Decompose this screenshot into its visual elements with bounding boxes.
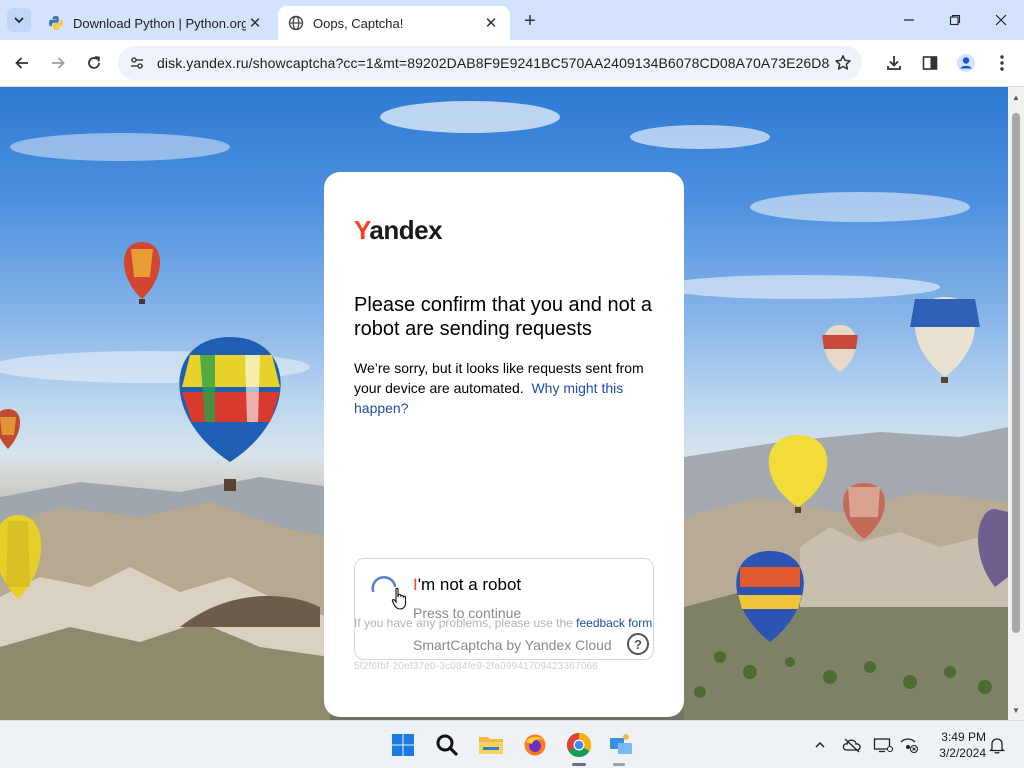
restore-button[interactable] (941, 6, 969, 34)
page-scrollbar[interactable]: ▲ ▼ (1008, 87, 1024, 720)
reload-icon (88, 56, 101, 69)
chrome-running-indicator (572, 763, 586, 766)
request-id: 5f2f6fbf-20ef37e0-3c084fe9-2fa0994170942… (354, 661, 599, 672)
side-panel-icon (922, 56, 938, 70)
chevron-up-icon[interactable] (810, 735, 830, 755)
site-info-icon[interactable] (124, 50, 150, 76)
display-icon[interactable] (873, 735, 893, 755)
yandex-logo: Yandex (354, 215, 443, 245)
scroll-up-arrow-icon[interactable]: ▲ (1008, 89, 1024, 105)
clock-date: 3/2/2024 (939, 746, 986, 760)
search-icon[interactable] (433, 731, 461, 759)
close-icon (995, 14, 1007, 26)
tab-search-button[interactable] (7, 8, 31, 32)
tab-python[interactable]: Download Python | Python.org ✕ (38, 6, 274, 40)
scrollbar-thumb[interactable] (1012, 113, 1020, 633)
page-viewport: Yandex Please confirm that you and not a… (0, 87, 1008, 720)
app-running-indicator (613, 763, 625, 766)
new-tab-button[interactable]: + (518, 9, 542, 33)
windows-taskbar: 3:49 PM 3/2/2024 (0, 720, 1024, 768)
help-icon[interactable]: ? (627, 633, 649, 655)
minimize-icon (904, 19, 914, 21)
problems-footer: If you have any problems, please use the… (354, 615, 654, 631)
network-disconnected-icon[interactable] (899, 735, 919, 755)
chevron-down-icon (14, 17, 24, 24)
globe-icon (288, 15, 304, 31)
windows-start-icon[interactable] (389, 731, 417, 759)
back-button[interactable] (9, 50, 35, 76)
notification-bell-icon[interactable] (987, 735, 1007, 755)
tab-captcha[interactable]: Oops, Captcha! ✕ (278, 6, 510, 40)
forward-button[interactable] (45, 50, 71, 76)
smartcaptcha-branding: SmartCaptcha by Yandex Cloud (413, 637, 612, 653)
download-icon (887, 56, 901, 70)
address-bar[interactable]: disk.yandex.ru/showcaptcha?cc=1&mt=89202… (118, 46, 862, 80)
not-a-robot-label[interactable]: I'm not a robot (413, 575, 521, 595)
chrome-icon[interactable] (565, 731, 593, 759)
more-vert-icon (1000, 55, 1004, 71)
menu-button[interactable] (989, 50, 1015, 76)
bookmark-star-icon[interactable] (830, 50, 856, 76)
side-panel-button[interactable] (917, 50, 943, 76)
onedrive-offline-icon[interactable] (842, 735, 862, 755)
profile-button[interactable] (953, 50, 979, 76)
restore-icon (949, 14, 961, 26)
tab-title: Oops, Captcha! (313, 15, 404, 31)
avatar-icon (957, 54, 975, 72)
tab-strip: Download Python | Python.org ✕ Oops, Cap… (0, 0, 1024, 40)
close-tab-icon[interactable]: ✕ (246, 14, 264, 32)
download-button[interactable] (881, 50, 907, 76)
hand-cursor-icon (391, 587, 407, 610)
feedback-form-link[interactable]: feedback form (576, 616, 652, 630)
python-logo-icon (48, 15, 64, 31)
reload-button[interactable] (81, 50, 107, 76)
arrow-right-icon (52, 57, 65, 69)
file-explorer-icon[interactable] (477, 731, 505, 759)
captcha-card: Yandex Please confirm that you and not a… (324, 172, 684, 717)
captcha-description: We’re sorry, but it looks like requests … (354, 358, 659, 418)
arrow-left-icon (15, 57, 28, 69)
url-text[interactable]: disk.yandex.ru/showcaptcha?cc=1&mt=89202… (157, 55, 830, 71)
scroll-down-arrow-icon[interactable]: ▼ (1008, 702, 1024, 718)
firefox-icon[interactable] (521, 731, 549, 759)
close-tab-icon[interactable]: ✕ (482, 14, 500, 32)
system-app-icon[interactable] (607, 731, 635, 759)
browser-toolbar: disk.yandex.ru/showcaptcha?cc=1&mt=89202… (0, 40, 1024, 87)
footer-text: If you have any problems, please use the (354, 616, 573, 630)
tab-title: Download Python | Python.org (73, 15, 246, 31)
system-clock[interactable]: 3:49 PM 3/2/2024 (926, 729, 986, 761)
captcha-checkbox-widget[interactable]: I'm not a robot Press to continue SmartC… (354, 558, 654, 660)
page-title: Please confirm that you and not a robot … (354, 294, 652, 340)
clock-time: 3:49 PM (941, 730, 986, 744)
close-window-button[interactable] (987, 6, 1015, 34)
minimize-button[interactable] (895, 6, 923, 34)
